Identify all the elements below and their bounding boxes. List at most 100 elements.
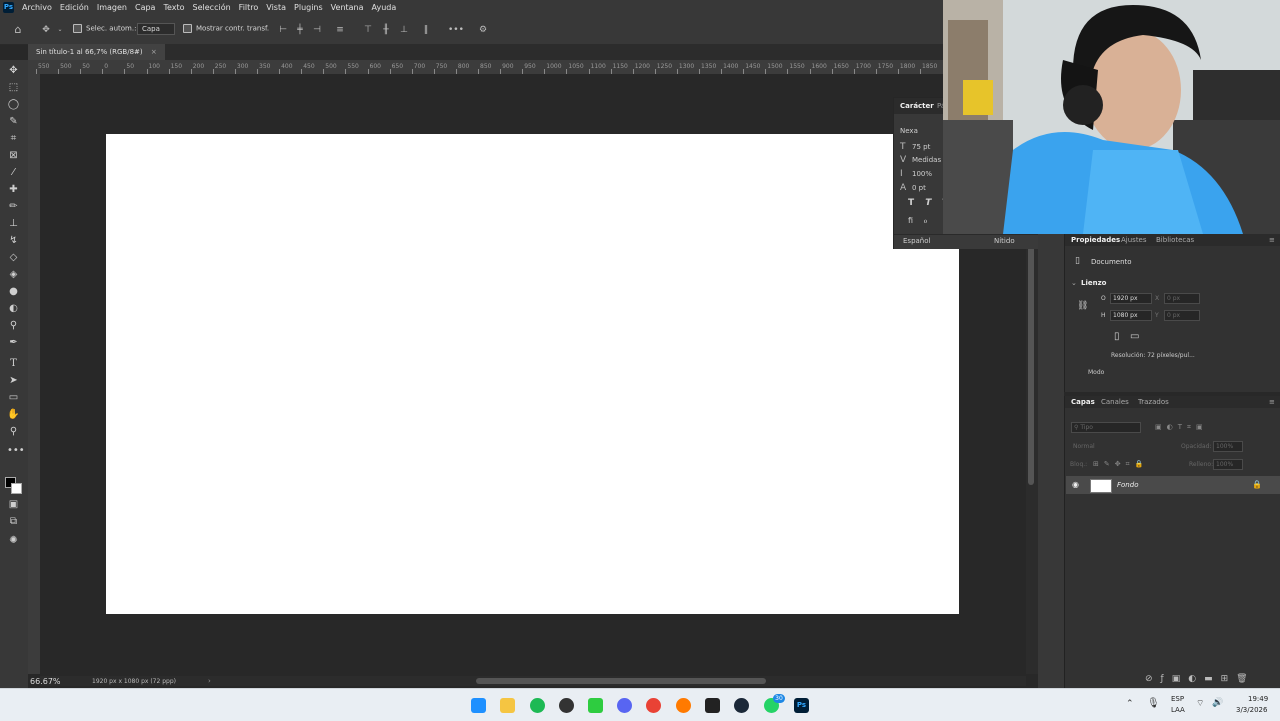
chevron-down-icon[interactable]: ⌄	[54, 24, 66, 36]
file-explorer-icon[interactable]	[500, 698, 515, 713]
eraser-tool-icon[interactable]: ◇	[7, 251, 20, 264]
microphone-icon[interactable]: 🎙	[1147, 698, 1160, 709]
panel-menu-icon[interactable]: ≡	[1269, 398, 1275, 406]
panel-menu-icon[interactable]: ≡	[1269, 236, 1275, 244]
language-indicator-1[interactable]: ESP	[1171, 695, 1184, 703]
zoom-level[interactable]: 66.67%	[30, 677, 61, 686]
menu-ventana[interactable]: Ventana	[327, 0, 368, 16]
close-icon[interactable]: ×	[151, 48, 157, 56]
brush-tool-icon[interactable]: ✏	[7, 200, 20, 213]
auto-select-checkbox[interactable]	[73, 24, 82, 33]
pen-tool-icon[interactable]: ✒	[7, 336, 20, 349]
antialias-dropdown[interactable]: Nítido	[994, 237, 1015, 245]
home-icon[interactable]: ⌂	[12, 24, 24, 36]
history-brush-tool-icon[interactable]: ↯	[7, 234, 20, 247]
height-input[interactable]: 1080 px	[1110, 310, 1152, 321]
marquee-tool-icon[interactable]: ⬚	[7, 81, 20, 94]
layer-actions-icons[interactable]: ⊘ƒ▣◐▬⊞🗑	[1145, 674, 1256, 684]
lock-icons[interactable]: ⊞✎✥⌗🔒	[1093, 460, 1148, 469]
rectangle-tool-icon[interactable]: ▭	[7, 391, 20, 404]
hand-tool-icon[interactable]: ✋	[7, 408, 20, 421]
opacity-input[interactable]: 100%	[1213, 441, 1243, 452]
landscape-orientation-icon[interactable]: ▭	[1130, 331, 1139, 342]
auto-select-target-dropdown[interactable]: Capa	[137, 23, 175, 35]
align-middle-v-icon[interactable]: ╫	[380, 24, 392, 36]
blend-mode-dropdown[interactable]: Normal	[1073, 443, 1095, 450]
healing-brush-tool-icon[interactable]: ✚	[7, 183, 20, 196]
fill-input[interactable]: 100%	[1213, 459, 1243, 470]
crop-tool-icon[interactable]: ⌗	[7, 132, 20, 145]
chrome-icon[interactable]	[646, 698, 661, 713]
wifi-icon[interactable]: ⌔	[1196, 698, 1204, 709]
dodge-burn-tool-icon[interactable]: ⚲	[7, 319, 20, 332]
tab-propiedades[interactable]: Propiedades	[1071, 236, 1120, 244]
section-lienzo[interactable]: Lienzo	[1081, 279, 1106, 287]
kerning-field[interactable]: Medidas	[912, 156, 941, 164]
photoshop-logo-icon[interactable]: Ps	[3, 2, 14, 13]
firefox-icon[interactable]	[676, 698, 691, 713]
windows-start-icon[interactable]	[471, 698, 486, 713]
photoshop-icon[interactable]: Ps	[794, 698, 809, 713]
font-family-field[interactable]: Nexa	[900, 127, 918, 135]
link-icon[interactable]: ⛓	[1077, 301, 1088, 311]
layer-search-input[interactable]: ⚲ Tipo	[1071, 422, 1141, 433]
ligatures-icon[interactable]: fi	[908, 216, 913, 225]
menu-filtro[interactable]: Filtro	[235, 0, 263, 16]
blur-tool-icon[interactable]: ●	[7, 285, 20, 298]
tab-bibliotecas[interactable]: Bibliotecas	[1156, 236, 1194, 244]
dodge-tool-icon[interactable]: ◐	[7, 302, 20, 315]
more-tools-icon[interactable]: •••	[7, 444, 25, 457]
menu-ayuda[interactable]: Ayuda	[368, 0, 401, 16]
discord-icon[interactable]	[617, 698, 632, 713]
clock-time[interactable]: 19:49	[1248, 695, 1268, 703]
type-tool-icon[interactable]: T	[7, 357, 20, 370]
clone-stamp-tool-icon[interactable]: ⊥	[7, 217, 20, 230]
chevron-down-icon[interactable]: ⌄	[1071, 279, 1077, 287]
width-input[interactable]: 1920 px	[1110, 293, 1152, 304]
language-indicator-2[interactable]: LAA	[1171, 706, 1185, 714]
menu-plugins[interactable]: Plugins	[290, 0, 327, 16]
spotify-icon[interactable]	[530, 698, 545, 713]
gear-icon[interactable]: ⚙	[477, 24, 489, 36]
menu-texto[interactable]: Texto	[159, 0, 188, 16]
path-selection-tool-icon[interactable]: ➤	[7, 374, 20, 387]
discretionary-ligatures-icon[interactable]: ℴ	[924, 216, 928, 225]
nvidia-icon[interactable]	[588, 698, 603, 713]
document-canvas[interactable]	[106, 134, 959, 614]
zoom-tool-icon[interactable]: ⚲	[7, 425, 20, 438]
layer-row[interactable]: ◉ Fondo 🔒	[1066, 476, 1280, 494]
move-tool-icon[interactable]: ✥	[7, 64, 20, 77]
tab-canales[interactable]: Canales	[1101, 398, 1129, 406]
menu-archivo[interactable]: Archivo	[18, 0, 56, 16]
portrait-orientation-icon[interactable]: ▯	[1114, 331, 1120, 342]
align-bottom-icon[interactable]: ⊥	[398, 24, 410, 36]
align-right-icon[interactable]: ⊣	[311, 24, 323, 36]
tab-trazados[interactable]: Trazados	[1138, 398, 1169, 406]
distribute-v-icon[interactable]: ‖	[420, 24, 432, 36]
tab-capas[interactable]: Capas	[1071, 398, 1095, 406]
lock-icon[interactable]: 🔒	[1252, 480, 1262, 489]
align-left-icon[interactable]: ⊢	[277, 24, 289, 36]
x-input[interactable]: 0 px	[1164, 293, 1200, 304]
quick-mask-icon[interactable]: ▣	[7, 498, 20, 511]
move-tool-preset-icon[interactable]: ✥	[40, 24, 52, 36]
davinci-resolve-icon[interactable]	[559, 698, 574, 713]
tab-caracter[interactable]: Carácter	[900, 102, 934, 110]
menu-edicion[interactable]: Edición	[56, 0, 93, 16]
menu-seleccion[interactable]: Selección	[189, 0, 235, 16]
align-top-icon[interactable]: ⊤	[362, 24, 374, 36]
generative-fill-icon[interactable]: ✺	[7, 534, 20, 547]
document-tab[interactable]: Sin título-1 al 66,7% (RGB/8#) ×	[28, 44, 165, 60]
screen-mode-icon[interactable]: ⧉	[7, 515, 20, 528]
lasso-tool-icon[interactable]: ◯	[7, 98, 20, 111]
baseline-shift-field[interactable]: 0 pt	[912, 184, 926, 192]
language-dropdown[interactable]: Español	[903, 237, 930, 245]
menu-capa[interactable]: Capa	[131, 0, 159, 16]
font-size-field[interactable]: 75 pt	[912, 143, 930, 151]
y-input[interactable]: 0 px	[1164, 310, 1200, 321]
quick-selection-tool-icon[interactable]: ✎	[7, 115, 20, 128]
eyedropper-tool-icon[interactable]: ⁄	[7, 166, 20, 179]
chevron-up-icon[interactable]: ⌃	[1126, 699, 1134, 709]
align-center-h-icon[interactable]: ╪	[294, 24, 306, 36]
background-color-swatch[interactable]	[11, 483, 22, 494]
